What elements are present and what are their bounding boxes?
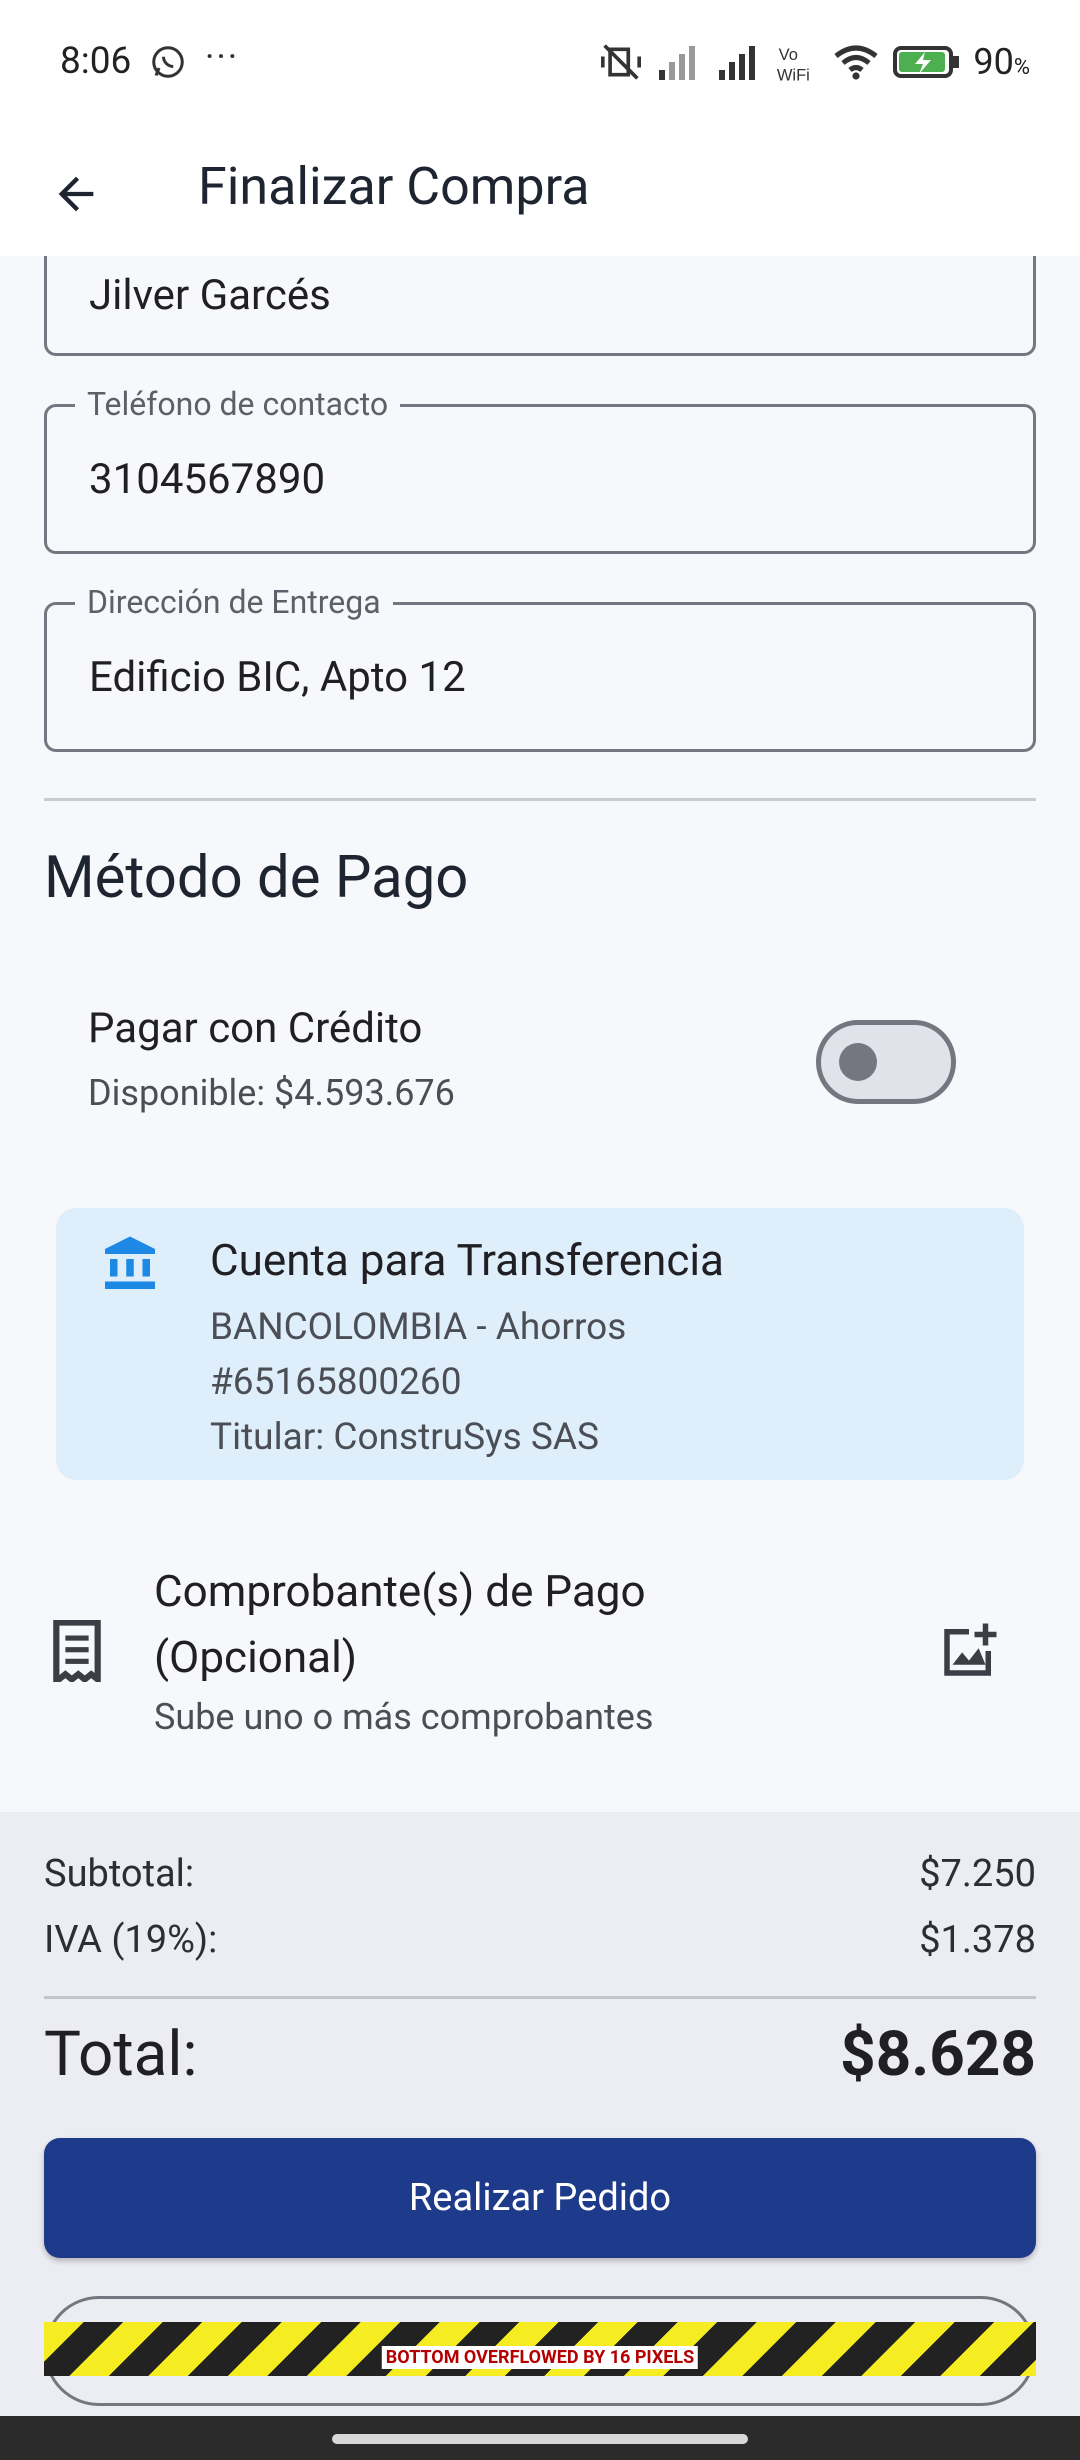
checkout-form[interactable]: Jilver Garcés Teléfono de contacto 31045… [0, 256, 1080, 1812]
phone-value: 3104567890 [89, 455, 326, 504]
account-holder: Titular: ConstruSys SAS [210, 1416, 599, 1459]
name-value: Jilver Garcés [89, 271, 331, 320]
address-label: Dirección de Entrega [75, 583, 393, 621]
svg-text:Vo: Vo [779, 46, 798, 64]
total-label: Total: [44, 2018, 198, 2091]
bank-name: BANCOLOMBIA - Ahorros [210, 1306, 627, 1349]
arrow-back-icon [58, 176, 94, 212]
back-button[interactable] [40, 158, 112, 230]
transfer-title: Cuenta para Transferencia [210, 1234, 724, 1286]
credit-available: Disponible: $4.593.676 [88, 1072, 455, 1114]
bank-icon [105, 1236, 155, 1289]
home-gesture-handle[interactable] [332, 2434, 748, 2444]
transfer-account-card: Cuenta para Transferencia BANCOLOMBIA - … [56, 1208, 1024, 1480]
overflow-warning-text: BOTTOM OVERFLOWED BY 16 PIXELS [381, 2346, 699, 2369]
page-title: Finalizar Compra [198, 156, 590, 217]
signal-weak-icon [659, 46, 696, 80]
receipt-title: Comprobante(s) de Pago (Opcional) [154, 1565, 646, 1683]
whatsapp-icon [152, 46, 184, 78]
status-icons: Vo WiFi 90% [599, 40, 1030, 84]
iva-label: IVA (19%): [44, 1918, 218, 1962]
battery-percentage: 90% [973, 41, 1030, 83]
section-divider [44, 798, 1036, 801]
order-summary: Subtotal: $7.250 IVA (19%): $1.378 Total… [0, 1812, 1080, 2416]
wifi-icon [834, 45, 878, 80]
navigation-bar [0, 2416, 1080, 2460]
place-order-button[interactable]: Realizar Pedido [44, 2138, 1036, 2258]
iva-value: $1.378 [919, 1918, 1036, 1962]
overflow-warning-stripe: BOTTOM OVERFLOWED BY 16 PIXELS [44, 2322, 1036, 2376]
status-time: 8:06 [60, 40, 132, 83]
more-notifications-icon: ··· [205, 36, 240, 78]
add-photo-icon[interactable] [936, 1618, 1002, 1684]
subtotal-label: Subtotal: [44, 1852, 195, 1896]
status-bar: 8:06 ··· Vo WiFi 90% [0, 0, 1080, 128]
account-number: #65165800260 [210, 1361, 462, 1404]
credit-toggle[interactable] [816, 1020, 956, 1104]
receipt-subtitle: Sube uno o más comprobantes [154, 1696, 654, 1738]
signal-strong-icon [719, 46, 756, 80]
battery-charging-icon [893, 46, 960, 78]
credit-title: Pagar con Crédito [88, 1004, 423, 1053]
phone-field[interactable]: Teléfono de contacto 3104567890 [44, 385, 1036, 554]
address-value: Edificio BIC, Apto 12 [89, 653, 466, 702]
summary-divider [44, 1996, 1036, 1999]
vibrate-mute-icon [601, 44, 642, 80]
svg-text:WiFi: WiFi [777, 66, 810, 84]
toggle-knob [839, 1043, 877, 1081]
vowifi-icon: Vo WiFi [777, 46, 810, 84]
phone-label: Teléfono de contacto [75, 385, 401, 423]
name-field[interactable]: Jilver Garcés [44, 256, 1036, 356]
address-field[interactable]: Dirección de Entrega Edificio BIC, Apto … [44, 583, 1036, 752]
app-bar: Finalizar Compra [0, 128, 1080, 256]
subtotal-value: $7.250 [919, 1852, 1036, 1896]
receipt-icon [53, 1620, 101, 1682]
total-value: $8.628 [840, 2018, 1036, 2091]
payment-method-title: Método de Pago [44, 844, 469, 912]
